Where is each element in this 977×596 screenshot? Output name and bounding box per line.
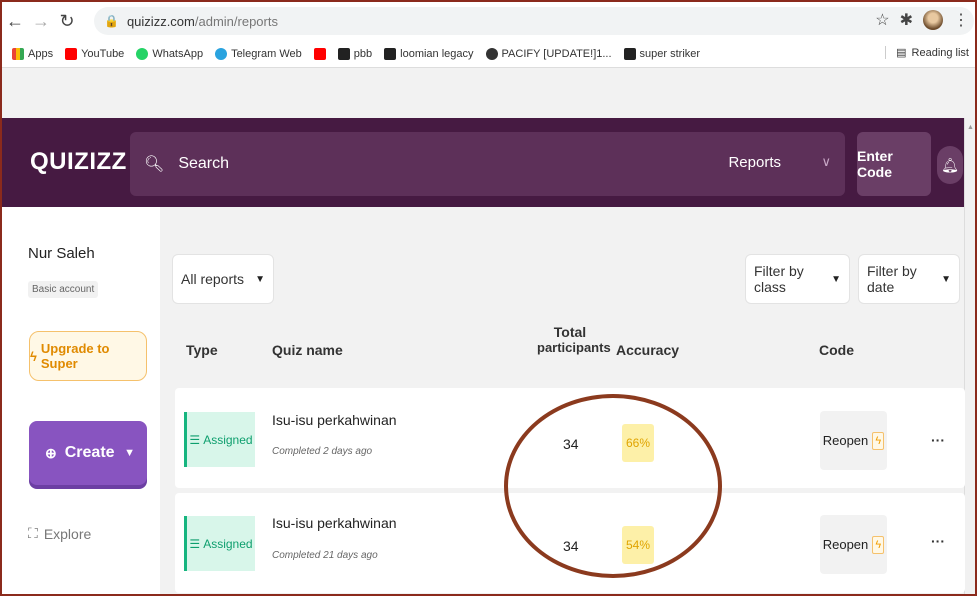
account-badge: Basic account <box>28 281 99 298</box>
reload-icon[interactable]: ↻ <box>54 11 80 32</box>
plus-circle-icon: ⊕ <box>45 444 57 461</box>
bookmark-loomian[interactable]: loomian legacy <box>384 47 474 60</box>
explore-icon: ⛶ <box>28 525 38 541</box>
search-icon: 🔍︎ <box>144 156 165 173</box>
menu-icon[interactable]: ⋮ <box>953 10 969 30</box>
address-bar[interactable]: 🔒 quizizz.com/admin/reports <box>94 7 974 35</box>
table-row[interactable]: ☰ Assigned Isu-isu perkahwinan Completed … <box>175 493 965 593</box>
list-icon: ☰ <box>189 432 201 447</box>
caret-down-icon: ▼ <box>255 273 265 285</box>
bookmark-apps[interactable]: Apps <box>12 47 53 60</box>
caret-down-icon: ▼ <box>831 273 841 285</box>
filter-by-date-select[interactable]: Filter by date ▼ <box>858 254 960 304</box>
youtube-icon <box>65 47 78 60</box>
table-row[interactable]: ☰ Assigned Isu-isu perkahwinan Completed … <box>175 388 965 488</box>
accuracy-badge: 66% <box>622 424 654 462</box>
bookmarks-bar: Apps YouTube WhatsApp Telegram Web pbb l… <box>2 40 975 68</box>
bolt-icon: ϟ <box>872 535 885 554</box>
url-text: quizizz.com/admin/reports <box>126 13 278 29</box>
enter-code-button[interactable]: Enter Code <box>857 132 931 196</box>
caret-down-icon: ▼ <box>941 273 951 285</box>
telegram-icon <box>215 47 228 60</box>
bell-icon[interactable]: 🔔︎ <box>937 146 963 184</box>
screenshot-frame: ← → ↻ 🔒 quizizz.com/admin/reports ☆ ✱ ⋮ … <box>0 0 977 596</box>
globe-icon <box>485 47 498 60</box>
reading-list-icon: ▤ <box>896 47 907 59</box>
reopen-button[interactable]: Reopen ϟ <box>820 411 887 470</box>
apps-icon <box>12 47 24 60</box>
column-accuracy: Accuracy <box>616 342 680 358</box>
assigned-badge: ☰ Assigned <box>184 412 255 467</box>
create-button[interactable]: ⊕ Create ▼ <box>29 421 147 485</box>
browser-toolbar: ← → ↻ 🔒 quizizz.com/admin/reports ☆ ✱ ⋮ <box>2 2 975 40</box>
lock-icon: 🔒 <box>104 14 119 28</box>
user-name: Nur Saleh <box>28 245 95 262</box>
more-options-icon[interactable]: ··· <box>931 533 945 549</box>
whatsapp-icon <box>136 47 149 60</box>
column-code: Code <box>819 342 854 358</box>
chevron-down-icon[interactable]: ∨ <box>821 154 831 170</box>
reading-list[interactable]: ▤ Reading list <box>885 46 969 59</box>
quiz-name[interactable]: Isu-isu perkahwinan <box>272 412 397 428</box>
all-reports-select[interactable]: All reports ▼ <box>172 254 274 304</box>
accuracy-badge: 54% <box>622 526 654 564</box>
extensions-icon[interactable]: ✱ <box>900 10 913 30</box>
assigned-badge: ☰ Assigned <box>184 516 255 571</box>
column-type: Type <box>186 342 218 358</box>
browser-actions: ☆ ✱ ⋮ <box>875 10 969 30</box>
column-total-participants: Total participants <box>537 324 611 355</box>
sidebar-item-explore[interactable]: ⛶ Explore <box>28 525 91 542</box>
scroll-up-icon[interactable]: ▲ <box>967 124 974 131</box>
participants-count: 34 <box>563 538 579 554</box>
completed-text: Completed 2 days ago <box>272 446 373 457</box>
caret-down-icon: ▼ <box>124 447 135 459</box>
app-header: QUIZIZZ 🔍︎ Search Reports ∨ Enter Code 🔔… <box>2 118 964 207</box>
bookmark-pbb[interactable]: pbb <box>337 47 372 60</box>
bookmark-icon <box>623 47 636 60</box>
completed-text: Completed 21 days ago <box>272 550 378 561</box>
youtube-icon <box>313 47 326 60</box>
bookmark-pacify[interactable]: PACIFY [UPDATE!]1... <box>485 47 612 60</box>
bookmark-whatsapp[interactable]: WhatsApp <box>136 47 203 60</box>
filter-by-class-select[interactable]: Filter by class ▼ <box>745 254 850 304</box>
quizizz-logo[interactable]: QUIZIZZ <box>30 148 127 176</box>
search-placeholder: Search <box>178 155 230 172</box>
forward-icon[interactable]: → <box>28 11 54 32</box>
page-scrollbar[interactable]: ▲ <box>964 118 975 594</box>
participants-count: 34 <box>563 436 579 452</box>
search-input[interactable]: 🔍︎ Search Reports ∨ <box>130 132 845 196</box>
bookmark-telegram[interactable]: Telegram Web <box>215 47 302 60</box>
section-select[interactable]: Reports <box>728 154 781 171</box>
bookmark-icon <box>337 47 350 60</box>
bookmark-youtube[interactable]: YouTube <box>65 47 124 60</box>
bookmark-youtube-2[interactable] <box>313 47 326 60</box>
star-icon[interactable]: ☆ <box>875 10 889 30</box>
bookmark-super-striker[interactable]: super striker <box>623 47 700 60</box>
sidebar: Nur Saleh Basic account ϟ Upgrade to Supe… <box>2 207 160 594</box>
profile-avatar[interactable] <box>923 10 943 30</box>
back-icon[interactable]: ← <box>2 11 28 32</box>
bookmark-icon <box>384 47 397 60</box>
column-quiz-name: Quiz name <box>272 342 343 358</box>
upgrade-button[interactable]: ϟ Upgrade to Super <box>29 331 147 381</box>
quiz-name[interactable]: Isu-isu perkahwinan <box>272 515 397 531</box>
bolt-icon: ϟ <box>872 431 885 450</box>
more-options-icon[interactable]: ··· <box>931 432 945 448</box>
list-icon: ☰ <box>189 536 201 551</box>
bolt-icon: ϟ <box>30 348 37 364</box>
reopen-button[interactable]: Reopen ϟ <box>820 515 887 574</box>
